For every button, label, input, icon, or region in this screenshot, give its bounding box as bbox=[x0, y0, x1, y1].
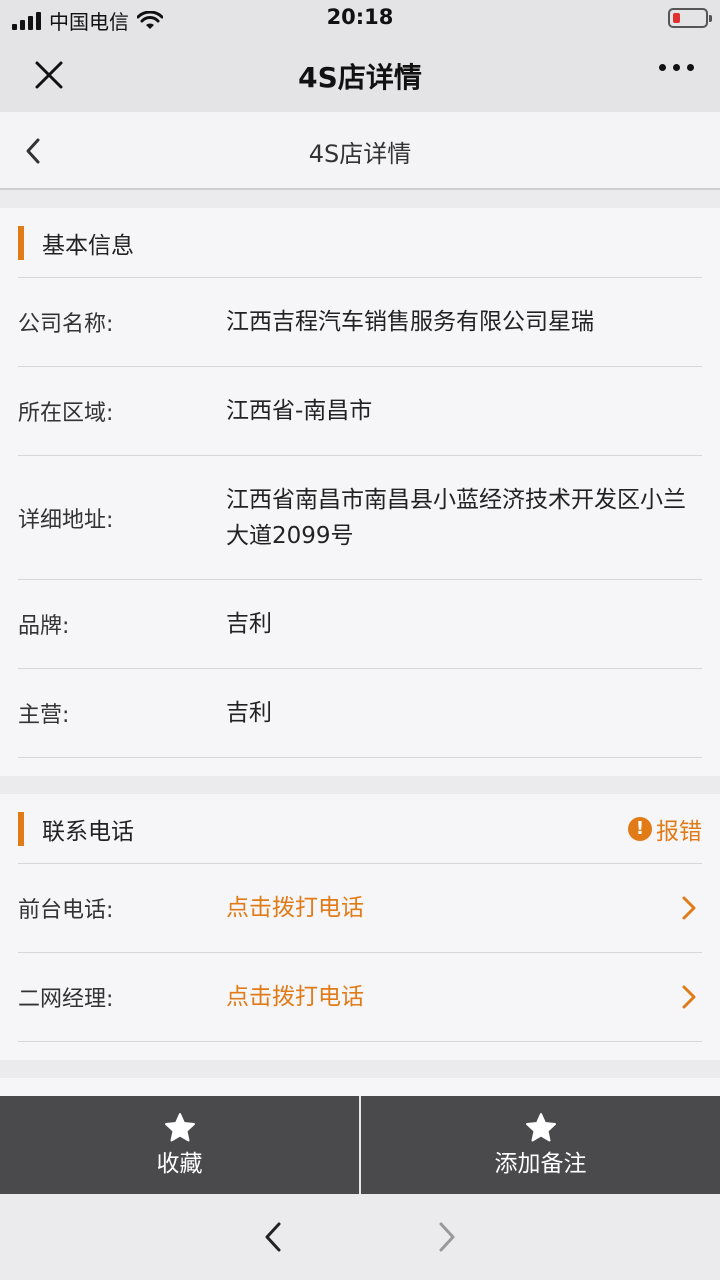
section-accent-bar bbox=[18, 226, 24, 260]
section-header: 基本信息 bbox=[18, 208, 702, 278]
page-title: 4S店详情 bbox=[308, 140, 412, 168]
nav-back-icon[interactable] bbox=[262, 1220, 284, 1254]
star-icon bbox=[164, 1113, 195, 1142]
exclamation-icon: ! bbox=[628, 817, 652, 841]
action-bar: 收藏 添加备注 bbox=[0, 1096, 720, 1194]
report-label: 报错 bbox=[656, 819, 702, 845]
info-row-brand: 品牌: 吉利 bbox=[18, 580, 702, 669]
add-note-label: 添加备注 bbox=[494, 1151, 587, 1177]
add-note-button[interactable]: 添加备注 bbox=[359, 1096, 720, 1194]
call-link[interactable]: 点击拨打电话 bbox=[226, 890, 702, 926]
status-time: 20:18 bbox=[326, 5, 394, 29]
row-label: 主营: bbox=[18, 703, 70, 728]
row-label: 详细地址: bbox=[18, 507, 114, 533]
info-row-main-business: 主营: 吉利 bbox=[18, 669, 702, 758]
browser-top-nav: 4S店详情 bbox=[0, 36, 720, 112]
battery-icon bbox=[668, 8, 712, 28]
browser-title: 4S店详情 bbox=[298, 61, 422, 94]
contact-row-front-desk[interactable]: 前台电话: 点击拨打电话 bbox=[18, 864, 702, 953]
section-title: 基本信息 bbox=[42, 233, 134, 259]
row-label: 公司名称: bbox=[18, 312, 114, 337]
contact-section: 联系电话 ! 报错 前台电话: 点击拨打电话 二网经理: 点击拨打电话 bbox=[0, 794, 720, 1060]
status-bar: 中国电信 20:18 bbox=[0, 0, 720, 36]
row-label: 二网经理: bbox=[18, 987, 114, 1012]
next-section-peek bbox=[0, 1078, 720, 1096]
row-value: 江西吉程汽车销售服务有限公司星瑞 bbox=[226, 309, 594, 335]
section-title: 联系电话 bbox=[42, 819, 134, 845]
page-header: 4S店详情 bbox=[0, 112, 720, 190]
more-icon[interactable] bbox=[659, 64, 694, 71]
browser-bottom-nav bbox=[0, 1194, 720, 1280]
row-label: 品牌: bbox=[18, 614, 70, 639]
basic-info-section: 基本信息 公司名称: 江西吉程汽车销售服务有限公司星瑞 所在区域: 江西省-南昌… bbox=[0, 208, 720, 776]
row-value: 江西省南昌市南昌县小蓝经济技术开发区小兰大道2099号 bbox=[226, 486, 686, 549]
info-row-address: 详细地址: 江西省南昌市南昌县小蓝经济技术开发区小兰大道2099号 bbox=[18, 456, 702, 580]
section-header: 联系电话 ! 报错 bbox=[18, 794, 702, 864]
section-accent-bar bbox=[18, 812, 24, 846]
chevron-right-icon bbox=[682, 985, 696, 1009]
chevron-right-icon bbox=[682, 896, 696, 920]
row-value: 江西省-南昌市 bbox=[226, 398, 373, 424]
favorite-button[interactable]: 收藏 bbox=[0, 1096, 359, 1194]
row-label: 所在区域: bbox=[18, 401, 114, 426]
contact-row-manager[interactable]: 二网经理: 点击拨打电话 bbox=[18, 953, 702, 1042]
call-link[interactable]: 点击拨打电话 bbox=[226, 979, 702, 1015]
favorite-label: 收藏 bbox=[156, 1151, 203, 1177]
info-row-region: 所在区域: 江西省-南昌市 bbox=[18, 367, 702, 456]
row-value: 吉利 bbox=[226, 700, 272, 726]
report-error-button[interactable]: ! 报错 bbox=[628, 812, 702, 846]
star-icon bbox=[525, 1113, 556, 1142]
row-value: 吉利 bbox=[226, 611, 272, 637]
row-label: 前台电话: bbox=[18, 898, 114, 923]
info-row-company: 公司名称: 江西吉程汽车销售服务有限公司星瑞 bbox=[18, 278, 702, 367]
nav-forward-icon[interactable] bbox=[436, 1220, 458, 1254]
